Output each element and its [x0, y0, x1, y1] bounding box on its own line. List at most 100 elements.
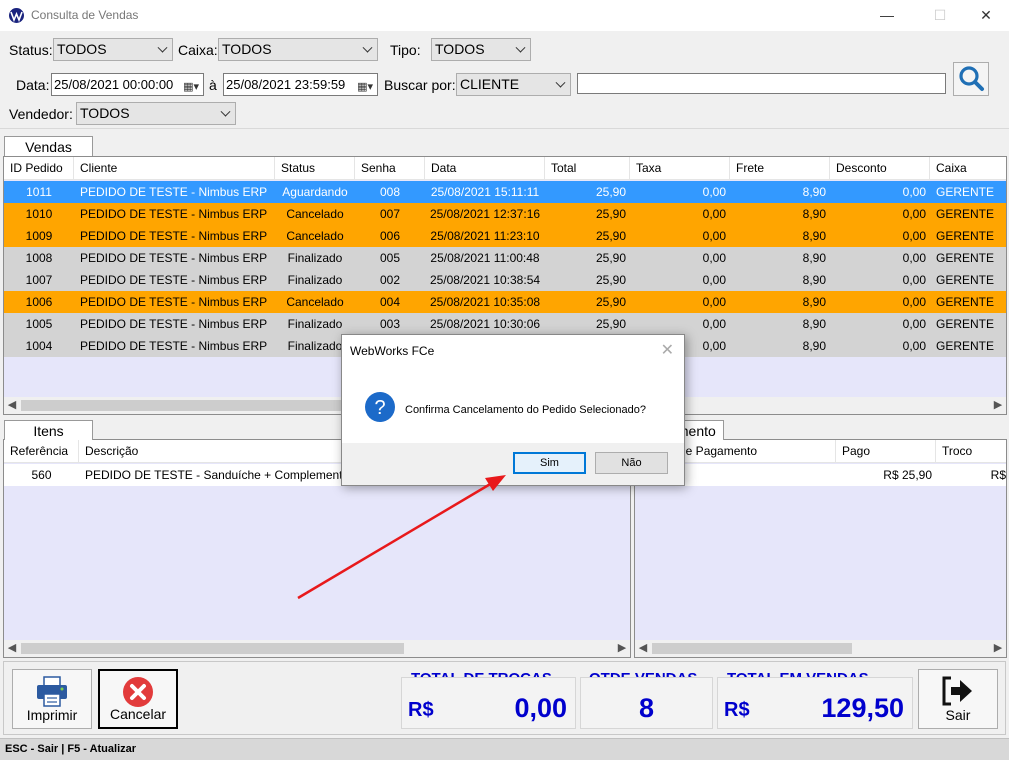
col-data[interactable]: Data [425, 157, 545, 180]
cell-desconto: 0,00 [902, 295, 926, 309]
col-id-pedido[interactable]: ID Pedido [4, 157, 74, 180]
cell-cliente: PEDIDO DE TESTE - Nimbus ERP [80, 273, 268, 287]
scroll-thumb[interactable] [652, 643, 852, 654]
table-row[interactable]: R$ 25,90 R$ [635, 464, 1006, 486]
scroll-left-icon[interactable]: ◀ [635, 640, 651, 657]
cell-senha: 007 [379, 207, 401, 221]
vendedor-select[interactable]: TODOS [76, 102, 236, 125]
close-button[interactable]: ✕ [971, 4, 1001, 26]
col-taxa[interactable]: Taxa [630, 157, 730, 180]
sim-button[interactable]: Sim [513, 452, 586, 474]
dialog-message: Confirma Cancelamento do Pedido Selecion… [405, 404, 646, 416]
vendedor-value: TODOS [80, 105, 130, 121]
caixa-value: TODOS [222, 41, 272, 57]
table-row[interactable]: 1007 PEDIDO DE TESTE - Nimbus ERP Finaliza… [4, 269, 1006, 291]
scroll-thumb[interactable] [21, 643, 404, 654]
caixa-select[interactable]: TODOS [218, 38, 378, 61]
tab-itens[interactable]: Itens [4, 420, 93, 440]
buscar-select[interactable]: CLIENTE [456, 73, 571, 96]
pagamento-horizontal-scrollbar[interactable]: ◀ ▶ [635, 640, 1006, 657]
cell-desconto: 0,00 [902, 229, 926, 243]
minimize-button[interactable]: — [872, 4, 902, 26]
cell-senha: 004 [379, 295, 401, 309]
total-trocas-currency: R$ [408, 699, 434, 721]
sair-button[interactable]: Sair [918, 669, 998, 729]
scroll-left-icon[interactable]: ◀ [4, 397, 20, 414]
separator [0, 128, 1009, 129]
cancelar-button[interactable]: Cancelar [98, 669, 178, 729]
cell-caixa: GERENTE [936, 185, 995, 199]
cell-cliente: PEDIDO DE TESTE - Nimbus ERP [80, 317, 268, 331]
col-pago[interactable]: Pago [836, 440, 936, 463]
cancelar-label: Cancelar [109, 706, 167, 722]
data-inicial-value: 25/08/2021 00:00:00 [54, 77, 174, 92]
pagamento-troco: R$ [990, 468, 1006, 482]
table-row[interactable]: 1010 PEDIDO DE TESTE - Nimbus ERP Cancelad… [4, 203, 1006, 225]
status-select[interactable]: TODOS [53, 38, 173, 61]
col-status[interactable]: Status [275, 157, 355, 180]
cell-frete: 8,90 [802, 251, 826, 265]
tipo-select[interactable]: TODOS [431, 38, 531, 61]
scroll-right-icon[interactable]: ▶ [990, 640, 1006, 657]
itens-horizontal-scrollbar[interactable]: ◀ ▶ [4, 640, 630, 657]
data-final-picker[interactable]: 25/08/2021 23:59:59 ▦▾ [223, 73, 378, 96]
tab-vendas[interactable]: Vendas [4, 136, 93, 156]
data-inicial-picker[interactable]: 25/08/2021 00:00:00 ▦▾ [51, 73, 204, 96]
col-troco[interactable]: Troco [936, 440, 1006, 463]
dialog-footer: Sim Não [342, 443, 684, 485]
cell-id: 1008 [25, 251, 53, 265]
pagamento-grid[interactable]: Forma de Pagamento Pago Troco R$ 25,90 R… [634, 439, 1007, 658]
search-icon [959, 66, 984, 91]
totals-panel: Imprimir Cancelar TOTAL DE TROCAS R$ 0,0… [3, 661, 1006, 735]
a-label: à [209, 77, 217, 93]
cell-cliente: PEDIDO DE TESTE - Nimbus ERP [80, 251, 268, 265]
cell-taxa: 0,00 [702, 273, 726, 287]
cell-caixa: GERENTE [936, 273, 995, 287]
table-row[interactable]: 1005 PEDIDO DE TESTE - Nimbus ERP Finaliza… [4, 313, 1006, 335]
dialog-close-icon[interactable]: ✕ [661, 340, 674, 360]
exit-arrow-icon [942, 676, 972, 706]
scroll-right-icon[interactable]: ▶ [614, 640, 630, 657]
col-referencia[interactable]: Referência [4, 440, 79, 463]
cell-cliente: PEDIDO DE TESTE - Nimbus ERP [80, 339, 268, 353]
cell-cliente: PEDIDO DE TESTE - Nimbus ERP [80, 295, 268, 309]
cell-status: Cancelado [286, 207, 344, 221]
dialog-title: WebWorks FCe [350, 344, 435, 358]
cell-frete: 8,90 [802, 273, 826, 287]
cell-total: 25,90 [595, 317, 626, 331]
cell-cliente: PEDIDO DE TESTE - Nimbus ERP [80, 229, 268, 243]
cell-senha: 006 [379, 229, 401, 243]
cell-cliente: PEDIDO DE TESTE - Nimbus ERP [80, 185, 268, 199]
table-row[interactable]: 1011 PEDIDO DE TESTE - Nimbus ERP Aguardan… [4, 181, 1006, 203]
cell-id: 1011 [26, 185, 52, 199]
search-input[interactable] [577, 73, 946, 94]
imprimir-button[interactable]: Imprimir [12, 669, 92, 729]
table-row[interactable]: 1006 PEDIDO DE TESTE - Nimbus ERP Cancelad… [4, 291, 1006, 313]
cell-desconto: 0,00 [902, 339, 926, 353]
col-frete[interactable]: Frete [730, 157, 830, 180]
search-button[interactable] [953, 62, 989, 96]
cell-taxa: 0,00 [702, 295, 726, 309]
chevron-down-icon [515, 42, 526, 53]
maximize-button[interactable]: ☐ [925, 4, 955, 26]
scroll-left-icon[interactable]: ◀ [4, 640, 20, 657]
col-cliente[interactable]: Cliente [74, 157, 275, 180]
qtde-vendas-box: 8 [580, 677, 713, 729]
app-logo-icon [9, 8, 24, 23]
calendar-dropdown-icon[interactable]: ▦▾ [357, 77, 373, 98]
cell-status: Finalizado [287, 273, 343, 287]
cell-frete: 8,90 [802, 295, 826, 309]
col-total[interactable]: Total [545, 157, 630, 180]
cell-status: Finalizado [287, 317, 343, 331]
cell-caixa: GERENTE [936, 295, 995, 309]
col-desconto[interactable]: Desconto [830, 157, 930, 180]
table-row[interactable]: 1009 PEDIDO DE TESTE - Nimbus ERP Cancelad… [4, 225, 1006, 247]
cell-total: 25,90 [595, 207, 626, 221]
col-caixa[interactable]: Caixa [930, 157, 1006, 180]
col-senha[interactable]: Senha [355, 157, 425, 180]
cell-caixa: GERENTE [936, 207, 995, 221]
calendar-dropdown-icon[interactable]: ▦▾ [183, 77, 199, 98]
table-row[interactable]: 1008 PEDIDO DE TESTE - Nimbus ERP Finaliza… [4, 247, 1006, 269]
scroll-right-icon[interactable]: ▶ [990, 397, 1006, 414]
nao-button[interactable]: Não [595, 452, 668, 474]
